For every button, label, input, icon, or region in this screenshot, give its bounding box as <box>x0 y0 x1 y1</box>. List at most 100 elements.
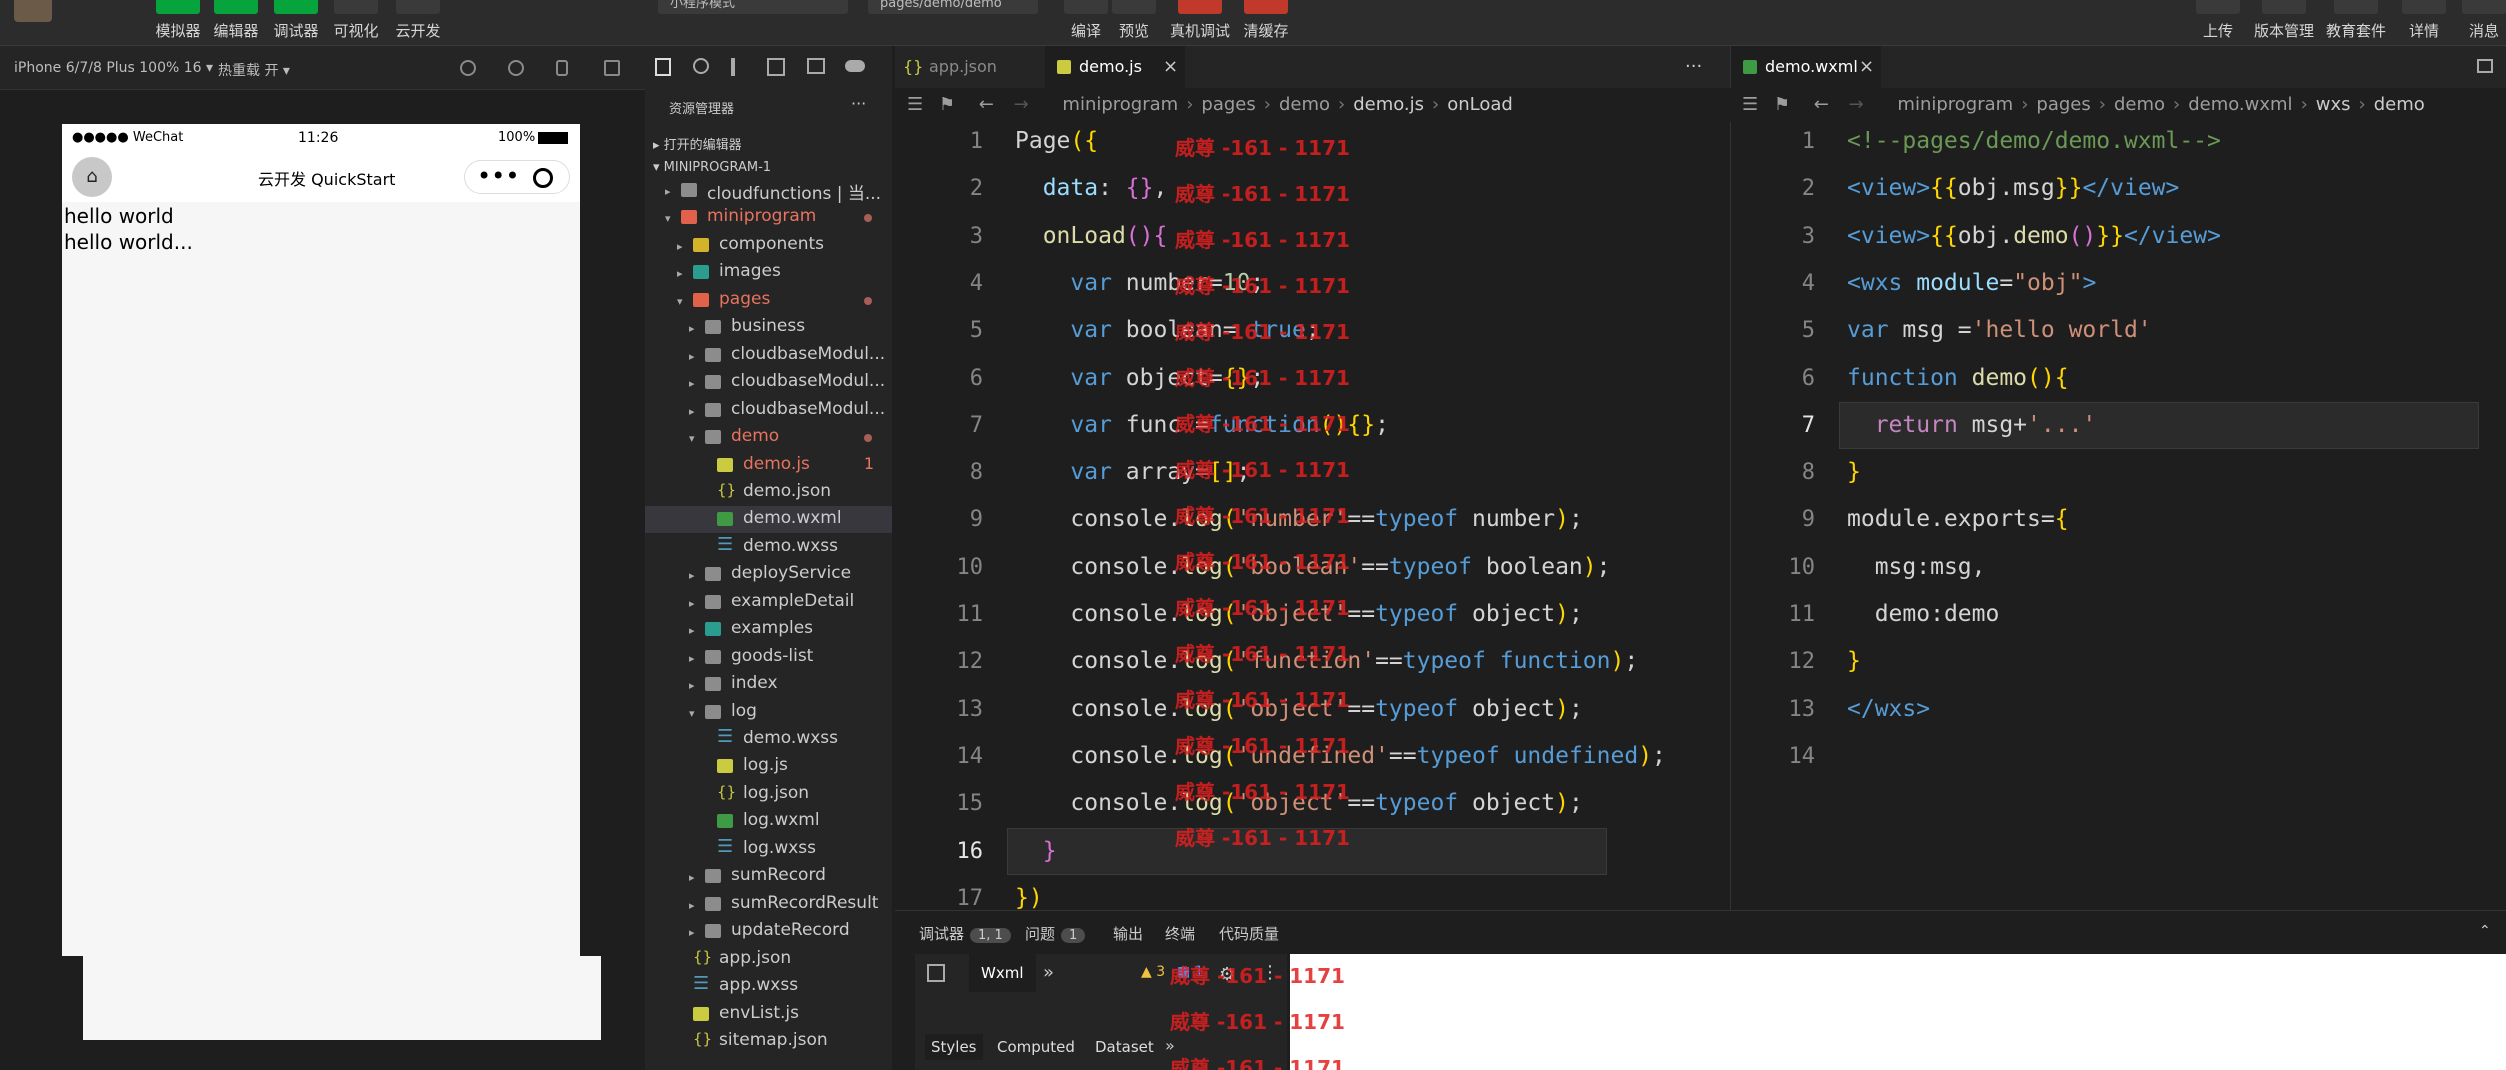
tree-item[interactable]: ▸ images <box>645 259 892 286</box>
tree-item[interactable]: ▸ exampleDetail <box>645 589 892 616</box>
phone-icon[interactable] <box>556 60 568 76</box>
tree-item[interactable]: demo.js 1 <box>645 452 892 479</box>
chevron-down-icon[interactable]: ▾ <box>689 707 695 720</box>
chevron-right-icon[interactable]: ▸ <box>689 569 695 582</box>
extensions-icon[interactable] <box>767 58 785 76</box>
tree-item[interactable]: log.wxml <box>645 808 892 835</box>
nav-forward-icon[interactable]: → <box>1849 94 1864 115</box>
breadcrumb-item[interactable]: demo <box>2374 94 2425 115</box>
panel-tab-0[interactable]: 调试器 1, 1 <box>919 923 1011 944</box>
breadcrumb-item[interactable]: onLoad <box>1447 94 1513 115</box>
chevron-right-icon[interactable]: ▸ <box>689 871 695 884</box>
panel-tab-3[interactable]: 终端 <box>1165 923 1195 944</box>
tree-item[interactable]: ▸ cloudfunctions | 当... <box>645 177 892 204</box>
project-section[interactable]: ▾ MINIPROGRAM-1 <box>653 160 771 175</box>
tree-item[interactable]: ▸ sumRecord <box>645 863 892 890</box>
wxml-tab[interactable]: Wxml <box>969 954 1036 992</box>
devtools-subtab-1[interactable]: Computed <box>991 1034 1081 1060</box>
tree-item[interactable]: ▾ miniprogram <box>645 204 892 231</box>
breadcrumb-item[interactable]: miniprogram <box>1062 94 1178 115</box>
tree-item[interactable]: ☰ log.wxss <box>645 836 892 863</box>
tree-item[interactable]: ▸ examples <box>645 616 892 643</box>
tree-item[interactable]: ▸ cloudbaseModul... <box>645 369 892 396</box>
code-editor-right[interactable]: 1 <!--pages/demo/demo.wxml--> 2 <view>{{obj… <box>1730 122 2506 910</box>
chevron-right-icon[interactable]: ▸ <box>689 377 695 390</box>
tab-demo-wxml[interactable]: demo.wxml × <box>1731 46 1881 88</box>
tree-item[interactable]: ▸ updateRecord <box>645 918 892 945</box>
tree-item[interactable]: ▸ cloudbaseModul... <box>645 342 892 369</box>
explorer-more-button[interactable]: ··· <box>851 94 866 113</box>
devtools-subtab-0[interactable]: Styles <box>925 1034 983 1060</box>
center-button-3[interactable]: 清缓存 <box>1230 0 1302 46</box>
chevron-right-icon[interactable]: ▸ <box>689 350 695 363</box>
bookmark-icon[interactable]: ⚑ <box>1774 94 1790 115</box>
collapse-panel-icon[interactable]: ⌃ <box>2479 923 2491 939</box>
chevron-right-icon[interactable]: ▸ <box>665 185 671 198</box>
toolbar-button-1[interactable]: 编辑器 <box>206 0 266 46</box>
chevron-right-icon[interactable]: ▸ <box>677 267 683 280</box>
tree-item[interactable]: ☰ demo.wxss <box>645 726 892 753</box>
chevron-right-icon[interactable]: ▸ <box>689 405 695 418</box>
editor-more-button[interactable]: ··· <box>1685 56 1702 77</box>
close-circle-icon[interactable] <box>533 168 553 188</box>
breadcrumb-item[interactable]: demo.wxml <box>2188 94 2292 115</box>
tree-item[interactable]: ▸ cloudbaseModul... <box>645 397 892 424</box>
close-icon[interactable]: × <box>1163 46 1178 88</box>
chevron-right-icon[interactable]: ▸ <box>689 597 695 610</box>
back-icon[interactable]: ☰ <box>907 94 923 115</box>
center-button-2[interactable]: 真机调试 <box>1164 0 1236 46</box>
toolbar-button-3[interactable]: 可视化 <box>326 0 386 46</box>
more-dots-icon[interactable]: ••• <box>477 161 519 191</box>
nav-back-icon[interactable]: ← <box>1814 94 1829 115</box>
more-tabs-icon[interactable]: » <box>1043 962 1054 983</box>
tree-item[interactable]: ▸ deployService <box>645 561 892 588</box>
tree-item[interactable]: {} sitemap.json <box>645 1028 892 1055</box>
chevron-right-icon[interactable]: ▸ <box>689 926 695 939</box>
search-icon[interactable] <box>693 58 709 74</box>
warning-count[interactable]: ▲ 3 <box>1141 964 1165 980</box>
tree-item[interactable]: envList.js <box>645 1001 892 1028</box>
panel-tab-4[interactable]: 代码质量 <box>1219 923 1279 944</box>
tab-demo-js[interactable]: demo.js × <box>1045 46 1185 88</box>
tree-item[interactable]: ▸ index <box>645 671 892 698</box>
center-button-1[interactable]: 预览 <box>1098 0 1170 46</box>
toolbar-button-4[interactable]: 云开发 <box>388 0 448 46</box>
toolbar-button-0[interactable]: 模拟器 <box>148 0 208 46</box>
tree-item[interactable]: ▸ goods-list <box>645 644 892 671</box>
close-icon[interactable]: × <box>1859 46 1874 88</box>
tab-app-json[interactable]: {} app.json <box>895 46 1045 88</box>
tree-item[interactable]: ▾ demo <box>645 424 892 451</box>
chevron-down-icon[interactable]: ▾ <box>677 295 683 308</box>
breadcrumb-item[interactable]: demo <box>1279 94 1330 115</box>
files-icon[interactable] <box>655 58 671 76</box>
split-editor-icon[interactable] <box>2477 59 2493 73</box>
back-icon[interactable]: ☰ <box>1742 94 1758 115</box>
chevron-right-icon[interactable]: ▸ <box>689 624 695 637</box>
panel-tab-1[interactable]: 问题 1 <box>1025 923 1086 944</box>
device-select[interactable]: iPhone 6/7/8 Plus 100% 16 ▾ <box>14 60 213 76</box>
breadcrumb-item[interactable]: wxs <box>2316 94 2351 115</box>
code-editor-left[interactable]: 1 Page({2 data: {}, 3 onLoad(){4 var numbe… <box>895 122 1730 910</box>
popout-icon[interactable] <box>604 60 620 76</box>
avatar[interactable] <box>14 0 52 22</box>
breadcrumb-item[interactable]: demo.js <box>1353 94 1424 115</box>
tree-item[interactable]: demo.wxml <box>645 506 892 534</box>
right-button-2[interactable]: 教育套件 <box>2320 0 2392 46</box>
breadcrumb-item[interactable]: pages <box>2036 94 2090 115</box>
hot-reload-toggle[interactable]: 热重载 开 ▾ <box>218 60 290 80</box>
page-select[interactable]: pages/demo/demo <box>868 0 1038 14</box>
right-button-4[interactable]: 消息 <box>2448 0 2506 46</box>
tree-item[interactable]: ☰ demo.wxss <box>645 534 892 561</box>
breadcrumb-item[interactable]: demo <box>2114 94 2165 115</box>
devtools-subtab-2[interactable]: Dataset <box>1089 1034 1160 1060</box>
cloud-icon[interactable] <box>845 60 865 72</box>
open-editors-section[interactable]: ▸ 打开的编辑器 <box>653 134 742 153</box>
right-button-0[interactable]: 上传 <box>2182 0 2254 46</box>
chevron-right-icon[interactable]: ▸ <box>689 652 695 665</box>
tree-item[interactable]: ▸ sumRecordResult <box>645 891 892 918</box>
nav-forward-icon[interactable]: → <box>1014 94 1029 115</box>
tree-item[interactable]: ▸ components <box>645 232 892 259</box>
right-button-1[interactable]: 版本管理 <box>2248 0 2320 46</box>
home-icon[interactable]: ⌂ <box>72 157 112 197</box>
stop-icon[interactable] <box>508 60 524 76</box>
